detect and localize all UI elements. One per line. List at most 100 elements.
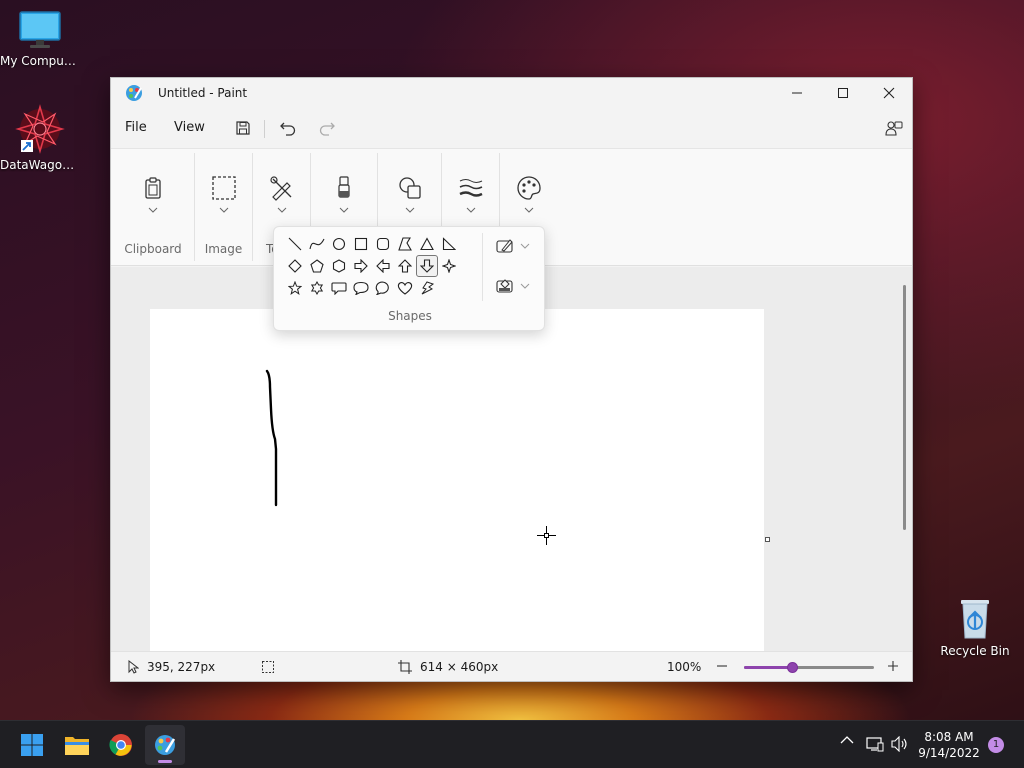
- zoom-slider-fill: [744, 666, 793, 669]
- network-icon-button[interactable]: [866, 736, 884, 752]
- star-six-shape[interactable]: [306, 277, 328, 299]
- desktop-icon-recycle-bin[interactable]: Recycle Bin: [935, 596, 1015, 658]
- save-button[interactable]: [230, 116, 256, 140]
- canvas-resize-handle[interactable]: [765, 537, 770, 542]
- hexagon-icon: [332, 259, 346, 273]
- menu-file[interactable]: File: [125, 120, 147, 135]
- zoom-in-button[interactable]: [887, 660, 907, 672]
- desktop-icon-label: Recycle Bin: [940, 644, 1010, 658]
- drawing-canvas[interactable]: [150, 309, 764, 651]
- flyout-separator: [482, 233, 483, 301]
- arrow-up-icon: [398, 259, 412, 273]
- ribbon-group-clipboard[interactable]: Clipboard: [111, 149, 195, 267]
- callout-rectangle-shape[interactable]: [328, 277, 350, 299]
- recycle-bin-icon: [961, 600, 989, 639]
- group-label-image: Image: [204, 242, 243, 256]
- shapes-flyout-label: Shapes: [388, 309, 432, 323]
- canvas-size-icon: [398, 660, 412, 674]
- heart-shape[interactable]: [394, 277, 416, 299]
- polygon-icon: [398, 237, 412, 251]
- taskbar-paint[interactable]: [145, 725, 185, 765]
- tools-icon: [269, 176, 291, 201]
- close-icon: [883, 87, 895, 99]
- rectangle-shape[interactable]: [350, 233, 372, 255]
- zoom-out-button[interactable]: [716, 660, 736, 672]
- taskbar-chrome[interactable]: [101, 725, 141, 765]
- stroke-size-icon: [458, 179, 483, 197]
- window-title: Untitled - Paint: [158, 86, 248, 100]
- right-triangle-icon: [442, 237, 456, 251]
- notification-badge[interactable]: 1: [988, 737, 1004, 753]
- desktop-icon-datawagon[interactable]: DataWagon...: [0, 104, 80, 172]
- diamond-icon: [288, 259, 302, 273]
- fill-dropdown[interactable]: [496, 275, 536, 297]
- oval-icon: [332, 237, 346, 251]
- triangle-shape[interactable]: [416, 233, 438, 255]
- hexagon-shape[interactable]: [328, 255, 350, 277]
- menu-separator: [264, 120, 265, 138]
- arrow-up-shape[interactable]: [394, 255, 416, 277]
- minimize-button[interactable]: [774, 78, 820, 108]
- star-four-shape[interactable]: [438, 255, 460, 277]
- show-hidden-icons-button[interactable]: [840, 735, 854, 745]
- chevron-down-icon: [520, 243, 530, 249]
- zoom-slider-thumb[interactable]: [787, 662, 798, 673]
- line-shape[interactable]: [284, 233, 306, 255]
- shapes-flyout: Shapes: [273, 226, 545, 331]
- rectangle-icon: [354, 237, 368, 251]
- paint-taskbar-icon: [155, 735, 176, 755]
- title-bar[interactable]: Untitled - Paint: [111, 78, 912, 108]
- folder-icon: [65, 737, 89, 755]
- arrow-down-shape[interactable]: [416, 255, 438, 277]
- volume-icon-button[interactable]: [891, 736, 909, 752]
- account-button[interactable]: [881, 116, 907, 140]
- outline-pen-icon: [496, 239, 513, 253]
- arrow-left-shape[interactable]: [372, 255, 394, 277]
- oval-shape[interactable]: [328, 233, 350, 255]
- close-button[interactable]: [866, 78, 912, 108]
- taskbar-clock[interactable]: 8:08 AM 9/14/2022: [918, 729, 980, 761]
- callout-cloud-shape[interactable]: [372, 277, 394, 299]
- drawn-stroke: [265, 369, 278, 507]
- star-five-shape[interactable]: [284, 277, 306, 299]
- selection-size: [261, 660, 283, 674]
- ribbon-group-image[interactable]: Image: [195, 149, 252, 267]
- heart-icon: [397, 282, 413, 295]
- undo-button[interactable]: [275, 116, 301, 140]
- curve-icon: [309, 238, 325, 250]
- maximize-button[interactable]: [820, 78, 866, 108]
- callout-cloud-icon: [375, 281, 389, 295]
- right-triangle-shape[interactable]: [438, 233, 460, 255]
- diamond-shape[interactable]: [284, 255, 306, 277]
- palette-icon: [516, 176, 541, 200]
- outline-dropdown[interactable]: [496, 235, 536, 257]
- lightning-icon: [421, 281, 435, 295]
- lightning-shape[interactable]: [416, 277, 438, 299]
- brush-icon: [338, 176, 350, 198]
- curve-shape[interactable]: [306, 233, 328, 255]
- status-bar: 395, 227px 614 × 460px 100%: [111, 651, 912, 681]
- redo-button[interactable]: [314, 116, 340, 140]
- active-app-indicator: [158, 760, 172, 763]
- polygon-shape[interactable]: [394, 233, 416, 255]
- pentagon-shape[interactable]: [306, 255, 328, 277]
- zoom-slider[interactable]: [744, 662, 874, 673]
- undo-icon: [280, 122, 296, 136]
- vertical-scrollbar[interactable]: [903, 285, 906, 530]
- start-button[interactable]: [12, 725, 52, 765]
- desktop-icon-my-computer[interactable]: My Computer: [0, 10, 80, 68]
- redo-icon: [319, 122, 335, 136]
- arrow-right-shape[interactable]: [350, 255, 372, 277]
- chevron-down-icon: [277, 207, 286, 213]
- rounded-rectangle-shape[interactable]: [372, 233, 394, 255]
- plus-icon: [888, 661, 898, 671]
- canvas-size-text: 614 × 460px: [420, 660, 499, 674]
- callout-oval-shape[interactable]: [350, 277, 372, 299]
- menu-view[interactable]: View: [174, 120, 205, 135]
- desktop-icon-label: DataWagon...: [0, 158, 80, 172]
- star-six-icon: [310, 281, 324, 295]
- taskbar-file-explorer[interactable]: [57, 725, 97, 765]
- chevron-down-icon: [466, 207, 475, 213]
- zoom-level: 100%: [667, 660, 702, 674]
- clock-time: 8:08 AM: [924, 730, 974, 744]
